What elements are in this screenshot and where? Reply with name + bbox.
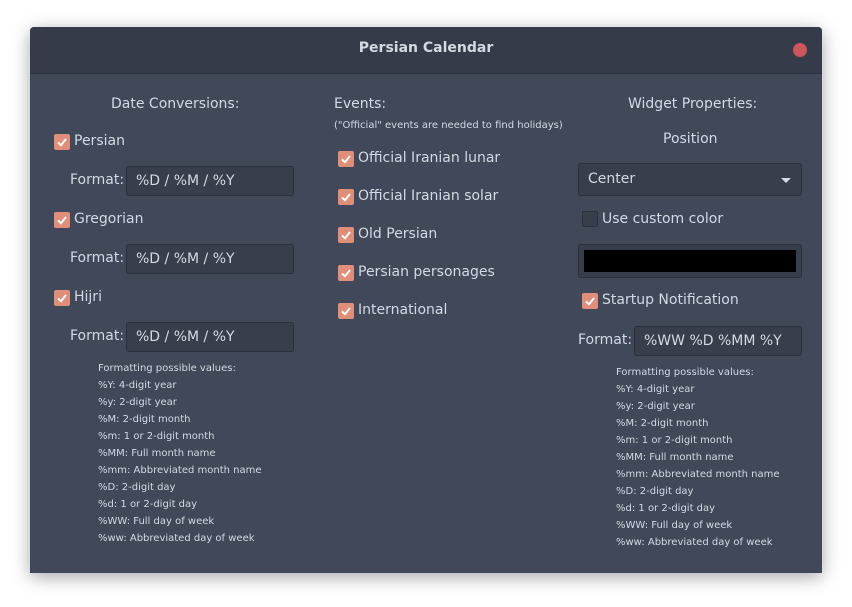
events-heading: Events: [334, 96, 387, 112]
hijri-checkbox[interactable] [54, 290, 70, 306]
startup-notification-label: Startup Notification [602, 292, 739, 308]
help-line: %m: 1 or 2-digit month [98, 431, 215, 442]
check-icon [57, 138, 67, 147]
check-icon [341, 269, 351, 278]
event-international-label: International [358, 302, 448, 318]
gregorian-format-label: Format: [70, 250, 125, 266]
event-personages-checkbox[interactable] [338, 265, 354, 281]
startup-notification-checkbox[interactable] [582, 293, 598, 309]
persian-checkbox[interactable] [54, 134, 70, 150]
custom-color-label: Use custom color [602, 211, 724, 227]
position-label: Position [663, 131, 718, 147]
titlebar[interactable]: Persian Calendar [30, 27, 822, 74]
hijri-format-label: Format: [70, 328, 125, 344]
widget-properties-heading: Widget Properties: [628, 96, 758, 112]
help-line: %m: 1 or 2-digit month [616, 435, 733, 446]
event-international-checkbox[interactable] [338, 303, 354, 319]
help-line: %M: 2-digit month [98, 414, 191, 425]
color-picker-button[interactable] [578, 244, 802, 278]
check-icon [341, 155, 351, 164]
check-icon [57, 294, 67, 303]
help-line: %WW: Full day of week [98, 516, 215, 527]
check-icon [341, 231, 351, 240]
help-line: %mm: Abbreviated month name [616, 469, 780, 480]
help-line: %ww: Abbreviated day of week [616, 537, 773, 548]
conversions-format-help: Formatting possible values: %Y: 4-digit … [98, 360, 262, 547]
persian-label: Persian [74, 133, 125, 149]
event-old-persian-checkbox[interactable] [338, 227, 354, 243]
help-line: %Y: 4-digit year [616, 384, 695, 395]
help-line: %Y: 4-digit year [98, 380, 177, 391]
help-line: %d: 1 or 2-digit day [616, 503, 716, 514]
gregorian-format-input[interactable]: %D / %M / %Y [126, 244, 294, 274]
color-swatch [584, 250, 796, 272]
preferences-window: Persian Calendar Date Conversions: Persi… [30, 27, 822, 573]
event-lunar-checkbox[interactable] [338, 151, 354, 167]
help-line: %ww: Abbreviated day of week [98, 533, 255, 544]
position-dropdown[interactable]: Center [578, 163, 802, 196]
events-note: ("Official" events are needed to find ho… [334, 120, 563, 131]
persian-format-input[interactable]: %D / %M / %Y [126, 166, 294, 196]
date-conversions-heading: Date Conversions: [111, 96, 240, 112]
widget-format-label: Format: [578, 332, 633, 348]
widget-format-help: Formatting possible values: %Y: 4-digit … [616, 364, 780, 551]
help-line: %D: 2-digit day [98, 482, 176, 493]
help-line: %y: 2-digit year [98, 397, 177, 408]
gregorian-checkbox[interactable] [54, 212, 70, 228]
help-line: %MM: Full month name [616, 452, 734, 463]
check-icon [57, 216, 67, 225]
help-line: Formatting possible values: [98, 363, 236, 374]
persian-format-label: Format: [70, 172, 125, 188]
chevron-down-icon [781, 178, 791, 183]
custom-color-checkbox[interactable] [582, 211, 598, 227]
event-personages-label: Persian personages [358, 264, 495, 280]
help-line: %D: 2-digit day [616, 486, 694, 497]
event-old-persian-label: Old Persian [358, 226, 438, 242]
help-line: %d: 1 or 2-digit day [98, 499, 198, 510]
gregorian-label: Gregorian [74, 211, 144, 227]
help-line: %y: 2-digit year [616, 401, 695, 412]
help-line: Formatting possible values: [616, 367, 754, 378]
position-value: Center [588, 171, 636, 187]
window-title: Persian Calendar [358, 40, 494, 56]
help-line: %M: 2-digit month [616, 418, 709, 429]
event-solar-checkbox[interactable] [338, 189, 354, 205]
widget-format-input[interactable]: %WW %D %MM %Y [634, 326, 802, 356]
event-solar-label: Official Iranian solar [358, 188, 499, 204]
close-icon[interactable] [793, 43, 807, 57]
hijri-format-input[interactable]: %D / %M / %Y [126, 322, 294, 352]
check-icon [341, 193, 351, 202]
help-line: %WW: Full day of week [616, 520, 733, 531]
help-line: %mm: Abbreviated month name [98, 465, 262, 476]
hijri-label: Hijri [74, 289, 102, 305]
check-icon [585, 297, 595, 306]
event-lunar-label: Official Iranian lunar [358, 150, 501, 166]
help-line: %MM: Full month name [98, 448, 216, 459]
check-icon [341, 307, 351, 316]
